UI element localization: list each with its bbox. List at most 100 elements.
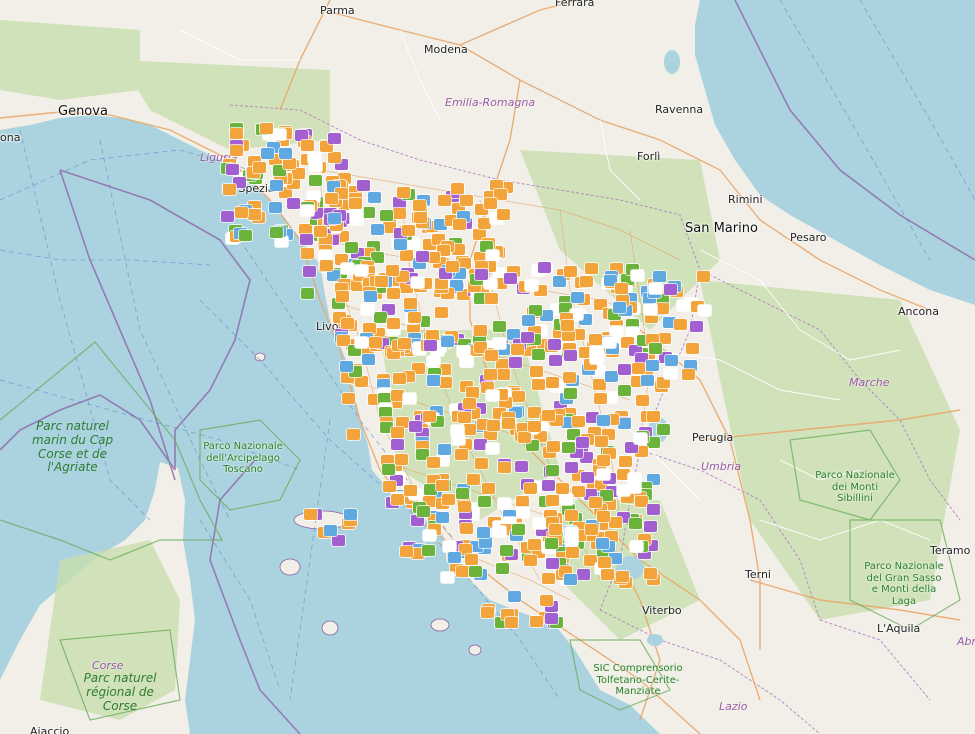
poi-marker[interactable] <box>511 344 524 355</box>
poi-marker[interactable] <box>585 524 598 535</box>
poi-marker[interactable] <box>438 195 451 206</box>
poi-marker[interactable] <box>613 302 626 313</box>
city-label-parma[interactable]: Parma <box>320 4 355 18</box>
poi-marker[interactable] <box>460 195 473 206</box>
poi-marker[interactable] <box>556 483 569 494</box>
poi-marker[interactable] <box>387 288 400 299</box>
poi-marker[interactable] <box>332 535 345 546</box>
poi-marker[interactable] <box>369 337 382 348</box>
poi-marker[interactable] <box>632 363 645 374</box>
poi-marker[interactable] <box>682 369 695 380</box>
poi-marker[interactable] <box>300 234 313 245</box>
poi-marker[interactable] <box>221 211 234 222</box>
poi-marker[interactable] <box>590 353 603 364</box>
poi-marker[interactable] <box>521 332 534 343</box>
poi-marker[interactable] <box>394 239 407 250</box>
poi-marker[interactable] <box>522 315 535 326</box>
poi-marker[interactable] <box>341 318 354 329</box>
poi-marker[interactable] <box>629 518 642 529</box>
poi-marker[interactable] <box>516 507 529 518</box>
poi-marker[interactable] <box>292 168 305 179</box>
poi-marker[interactable] <box>601 569 614 580</box>
poi-marker[interactable] <box>427 375 440 386</box>
poi-marker[interactable] <box>248 209 261 220</box>
poi-marker[interactable] <box>325 193 338 204</box>
poi-marker[interactable] <box>576 437 589 448</box>
poi-marker[interactable] <box>438 444 451 455</box>
poi-marker[interactable] <box>486 390 499 401</box>
poi-marker[interactable] <box>371 224 384 235</box>
poi-marker[interactable] <box>644 568 657 579</box>
poi-marker[interactable] <box>698 305 711 316</box>
poi-marker[interactable] <box>597 469 610 480</box>
poi-marker[interactable] <box>664 368 677 379</box>
poi-marker[interactable] <box>400 546 413 557</box>
poi-marker[interactable] <box>565 510 578 521</box>
poi-marker[interactable] <box>565 535 578 546</box>
poi-marker[interactable] <box>460 523 473 534</box>
poi-marker[interactable] <box>674 319 687 330</box>
poi-marker[interactable] <box>404 485 417 496</box>
poi-marker[interactable] <box>413 200 426 211</box>
poi-marker[interactable] <box>309 175 322 186</box>
poi-marker[interactable] <box>448 552 461 563</box>
poi-marker[interactable] <box>456 488 469 499</box>
poi-marker[interactable] <box>644 521 657 532</box>
poi-marker[interactable] <box>467 474 480 485</box>
poi-marker[interactable] <box>631 270 644 281</box>
poi-marker[interactable] <box>542 410 555 421</box>
poi-marker[interactable] <box>402 225 415 236</box>
poi-marker[interactable] <box>546 377 559 388</box>
poi-marker[interactable] <box>561 320 574 331</box>
poi-marker[interactable] <box>597 455 610 466</box>
poi-marker[interactable] <box>649 343 662 354</box>
poi-marker[interactable] <box>505 617 518 628</box>
city-label-ajaccio[interactable]: Ajaccio <box>30 725 69 734</box>
poi-marker[interactable] <box>589 497 602 508</box>
poi-marker[interactable] <box>530 366 543 377</box>
poi-marker[interactable] <box>328 133 341 144</box>
poi-marker[interactable] <box>571 292 584 303</box>
city-label-forli[interactable]: Forlì <box>637 150 660 164</box>
poi-marker[interactable] <box>546 465 559 476</box>
poi-marker[interactable] <box>383 481 396 492</box>
poi-marker[interactable] <box>451 183 464 194</box>
poi-marker[interactable] <box>562 442 575 453</box>
poi-marker[interactable] <box>478 496 491 507</box>
city-label-rimini[interactable]: Rimini <box>728 193 763 207</box>
poi-marker[interactable] <box>646 360 659 371</box>
poi-marker[interactable] <box>664 284 677 295</box>
poi-marker[interactable] <box>528 421 541 432</box>
poi-marker[interactable] <box>618 364 631 375</box>
poi-marker[interactable] <box>355 337 368 348</box>
poi-marker[interactable] <box>347 429 360 440</box>
poi-marker[interactable] <box>230 128 243 139</box>
poi-marker[interactable] <box>303 266 316 277</box>
poi-marker[interactable] <box>442 494 455 505</box>
poi-marker[interactable] <box>530 616 543 627</box>
poi-marker[interactable] <box>498 462 511 473</box>
poi-marker[interactable] <box>427 457 440 468</box>
poi-marker[interactable] <box>615 283 628 294</box>
poi-marker[interactable] <box>618 418 631 429</box>
poi-marker[interactable] <box>580 276 593 287</box>
poi-marker[interactable] <box>452 434 465 445</box>
poi-marker[interactable] <box>441 336 454 347</box>
poi-marker[interactable] <box>545 613 558 624</box>
poi-marker[interactable] <box>594 393 607 404</box>
poi-marker[interactable] <box>605 371 618 382</box>
poi-marker[interactable] <box>565 462 578 473</box>
poi-marker[interactable] <box>391 494 404 505</box>
poi-marker[interactable] <box>355 376 368 387</box>
poi-marker[interactable] <box>411 277 424 288</box>
poi-marker[interactable] <box>409 421 422 432</box>
poi-marker[interactable] <box>487 420 500 431</box>
poi-marker[interactable] <box>547 441 560 452</box>
poi-marker[interactable] <box>362 207 375 218</box>
poi-marker[interactable] <box>362 354 375 365</box>
poi-marker[interactable] <box>649 283 662 294</box>
poi-marker[interactable] <box>422 545 435 556</box>
poi-marker[interactable] <box>235 207 248 218</box>
poi-marker[interactable] <box>525 280 538 291</box>
poi-marker[interactable] <box>466 387 479 398</box>
